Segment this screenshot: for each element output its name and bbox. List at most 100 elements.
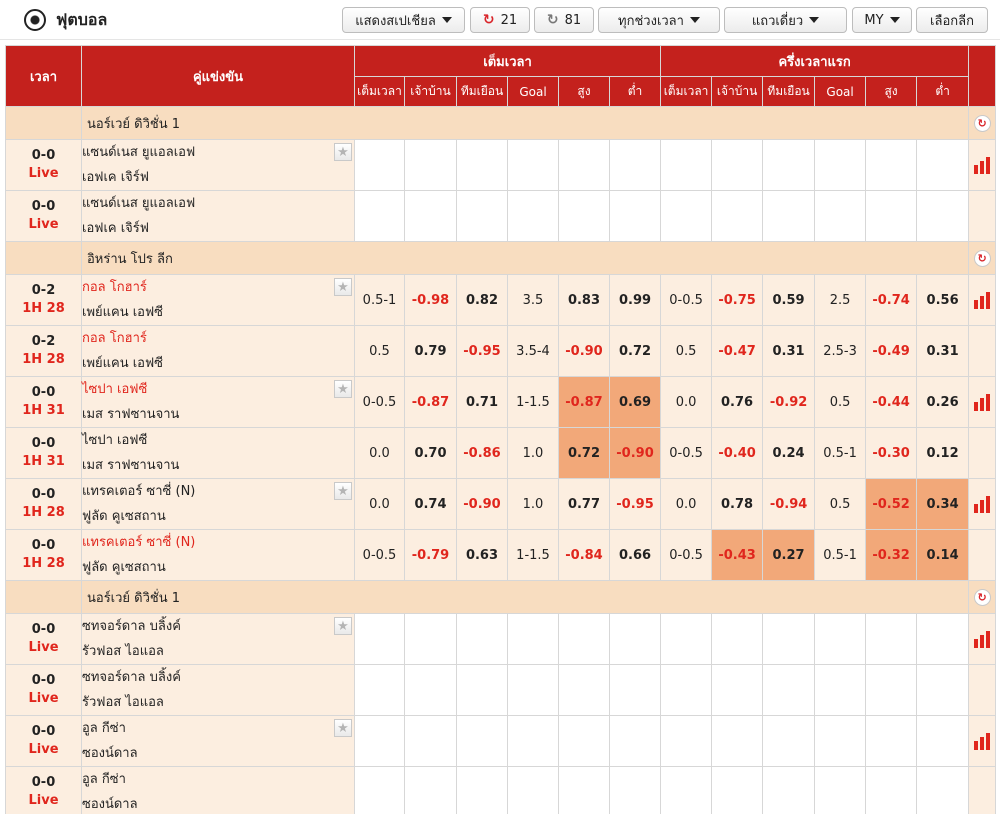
ft-over-odds[interactable]: 0.77 bbox=[558, 478, 610, 530]
ft-over-odds[interactable]: 0.83 bbox=[558, 274, 610, 326]
ft-under-odds[interactable]: 0.69 bbox=[608, 376, 662, 428]
ft-over-odds[interactable] bbox=[558, 664, 610, 716]
ft-home-odds[interactable]: 0.70 bbox=[404, 427, 457, 479]
fh-under-odds[interactable] bbox=[916, 190, 970, 242]
fh-under-odds[interactable]: 0.31 bbox=[916, 325, 970, 377]
fh-over-odds[interactable]: -0.52 bbox=[865, 478, 918, 530]
home-team[interactable]: แซนด์เนส ยูแอลเอฟ bbox=[82, 191, 354, 216]
fh-under-odds[interactable]: 0.12 bbox=[916, 427, 970, 479]
ft-away-odds[interactable] bbox=[456, 766, 508, 814]
fh-home-odds[interactable] bbox=[711, 190, 764, 242]
ft-under-odds[interactable] bbox=[608, 613, 662, 665]
fh-over-odds[interactable] bbox=[865, 715, 918, 767]
ft-home-odds[interactable]: 0.79 bbox=[404, 325, 457, 377]
refresh-icon[interactable]: ↻ bbox=[973, 588, 991, 606]
home-team[interactable]: แทรคเตอร์ ซาซี่ (N) bbox=[82, 479, 354, 504]
home-team[interactable]: กอล โกฮาร์ bbox=[82, 326, 354, 351]
fh-over-odds[interactable] bbox=[865, 766, 918, 814]
ft-over-odds[interactable]: -0.84 bbox=[558, 529, 610, 581]
fh-over-odds[interactable] bbox=[865, 139, 918, 191]
fh-over-odds[interactable] bbox=[865, 613, 918, 665]
fh-under-odds[interactable]: 0.14 bbox=[916, 529, 970, 581]
fh-away-odds[interactable] bbox=[762, 613, 816, 665]
ft-home-odds[interactable]: 0.74 bbox=[404, 478, 457, 530]
fh-over-odds[interactable] bbox=[865, 190, 918, 242]
ft-under-odds[interactable]: 0.66 bbox=[608, 529, 662, 581]
away-team[interactable]: ซองน์ดาล bbox=[82, 741, 354, 766]
away-team[interactable]: เมส ราฟซานจาน bbox=[82, 453, 354, 478]
ft-under-odds[interactable]: 0.72 bbox=[608, 325, 662, 377]
fh-home-odds[interactable] bbox=[711, 664, 764, 716]
home-team[interactable]: แซนด์เนส ยูแอลเอฟ bbox=[82, 140, 354, 165]
stats-chart-icon[interactable] bbox=[973, 630, 991, 648]
fh-under-odds[interactable]: 0.34 bbox=[916, 478, 970, 530]
ft-away-odds[interactable]: 0.71 bbox=[456, 376, 508, 428]
ft-away-odds[interactable] bbox=[456, 613, 508, 665]
fh-home-odds[interactable] bbox=[711, 715, 764, 767]
away-team[interactable]: เพย์แคน เอฟซี bbox=[82, 351, 354, 376]
fh-under-odds[interactable] bbox=[916, 139, 970, 191]
home-team[interactable]: อูล กีซ่า bbox=[82, 716, 354, 741]
ft-away-odds[interactable]: 0.82 bbox=[456, 274, 508, 326]
away-team[interactable]: เมส ราฟซานจาน bbox=[82, 402, 354, 427]
fh-under-odds[interactable] bbox=[916, 715, 970, 767]
ft-away-odds[interactable] bbox=[456, 190, 508, 242]
fh-over-odds[interactable] bbox=[865, 664, 918, 716]
home-team[interactable]: อูล กีซ่า bbox=[82, 767, 354, 792]
fh-over-odds[interactable]: -0.32 bbox=[865, 529, 918, 581]
away-team[interactable]: ซองน์ดาล bbox=[82, 792, 354, 814]
fh-home-odds[interactable]: 0.78 bbox=[711, 478, 764, 530]
away-team[interactable]: ฟูลัด คูเซสถาน bbox=[82, 504, 354, 529]
fh-away-odds[interactable]: 0.59 bbox=[762, 274, 816, 326]
stats-chart-icon[interactable] bbox=[973, 291, 991, 309]
fh-over-odds[interactable]: -0.44 bbox=[865, 376, 918, 428]
home-team[interactable]: กอล โกฮาร์ bbox=[82, 275, 354, 300]
ft-away-odds[interactable] bbox=[456, 664, 508, 716]
ft-under-odds[interactable] bbox=[608, 664, 662, 716]
home-team[interactable]: ซทจอร์ดาล บลิ้งค์ bbox=[82, 665, 354, 690]
favorite-star-icon[interactable]: ★ bbox=[334, 617, 352, 635]
favorite-star-icon[interactable]: ★ bbox=[334, 719, 352, 737]
ft-away-odds[interactable]: 0.63 bbox=[456, 529, 508, 581]
fh-under-odds[interactable]: 0.56 bbox=[916, 274, 970, 326]
live-refresh-button[interactable]: ↻ 21 bbox=[470, 7, 530, 33]
fh-home-odds[interactable]: -0.43 bbox=[711, 529, 764, 581]
ft-away-odds[interactable]: -0.95 bbox=[456, 325, 508, 377]
fh-under-odds[interactable] bbox=[916, 766, 970, 814]
ft-home-odds[interactable] bbox=[404, 139, 457, 191]
ft-over-odds[interactable] bbox=[558, 613, 610, 665]
ft-under-odds[interactable]: -0.90 bbox=[608, 427, 662, 479]
ft-over-odds[interactable]: -0.90 bbox=[558, 325, 610, 377]
ft-away-odds[interactable]: -0.90 bbox=[456, 478, 508, 530]
favorite-star-icon[interactable]: ★ bbox=[334, 380, 352, 398]
fh-over-odds[interactable]: -0.74 bbox=[865, 274, 918, 326]
ft-away-odds[interactable] bbox=[456, 139, 508, 191]
time-period-dropdown[interactable]: ทุกช่วงเวลา bbox=[598, 7, 720, 33]
favorite-star-icon[interactable]: ★ bbox=[334, 143, 352, 161]
ft-home-odds[interactable]: -0.79 bbox=[404, 529, 457, 581]
away-team[interactable]: รัวฟอส ไอแอล bbox=[82, 639, 354, 664]
stats-chart-icon[interactable] bbox=[973, 732, 991, 750]
ft-home-odds[interactable] bbox=[404, 190, 457, 242]
fh-home-odds[interactable]: -0.40 bbox=[711, 427, 764, 479]
away-team[interactable]: เพย์แคน เอฟซี bbox=[82, 300, 354, 325]
away-team[interactable]: เอฟเค เจิร์ฟ bbox=[82, 216, 354, 241]
fh-under-odds[interactable]: 0.26 bbox=[916, 376, 970, 428]
layout-dropdown[interactable]: แถวเดี่ยว bbox=[724, 7, 847, 33]
home-team[interactable]: ซทจอร์ดาล บลิ้งค์ bbox=[82, 614, 354, 639]
fh-under-odds[interactable] bbox=[916, 613, 970, 665]
fh-home-odds[interactable] bbox=[711, 613, 764, 665]
fh-away-odds[interactable]: 0.31 bbox=[762, 325, 816, 377]
ft-home-odds[interactable]: -0.87 bbox=[404, 376, 457, 428]
refresh-icon[interactable]: ↻ bbox=[973, 249, 991, 267]
ft-home-odds[interactable] bbox=[404, 664, 457, 716]
ft-home-odds[interactable] bbox=[404, 715, 457, 767]
fh-away-odds[interactable]: -0.94 bbox=[762, 478, 816, 530]
fh-away-odds[interactable] bbox=[762, 715, 816, 767]
refresh-button[interactable]: ↻ 81 bbox=[534, 7, 594, 33]
fh-away-odds[interactable]: 0.27 bbox=[762, 529, 816, 581]
refresh-icon[interactable]: ↻ bbox=[973, 114, 991, 132]
ft-over-odds[interactable] bbox=[558, 190, 610, 242]
special-dropdown[interactable]: แสดงสเปเชียล bbox=[342, 7, 465, 33]
fh-away-odds[interactable] bbox=[762, 664, 816, 716]
